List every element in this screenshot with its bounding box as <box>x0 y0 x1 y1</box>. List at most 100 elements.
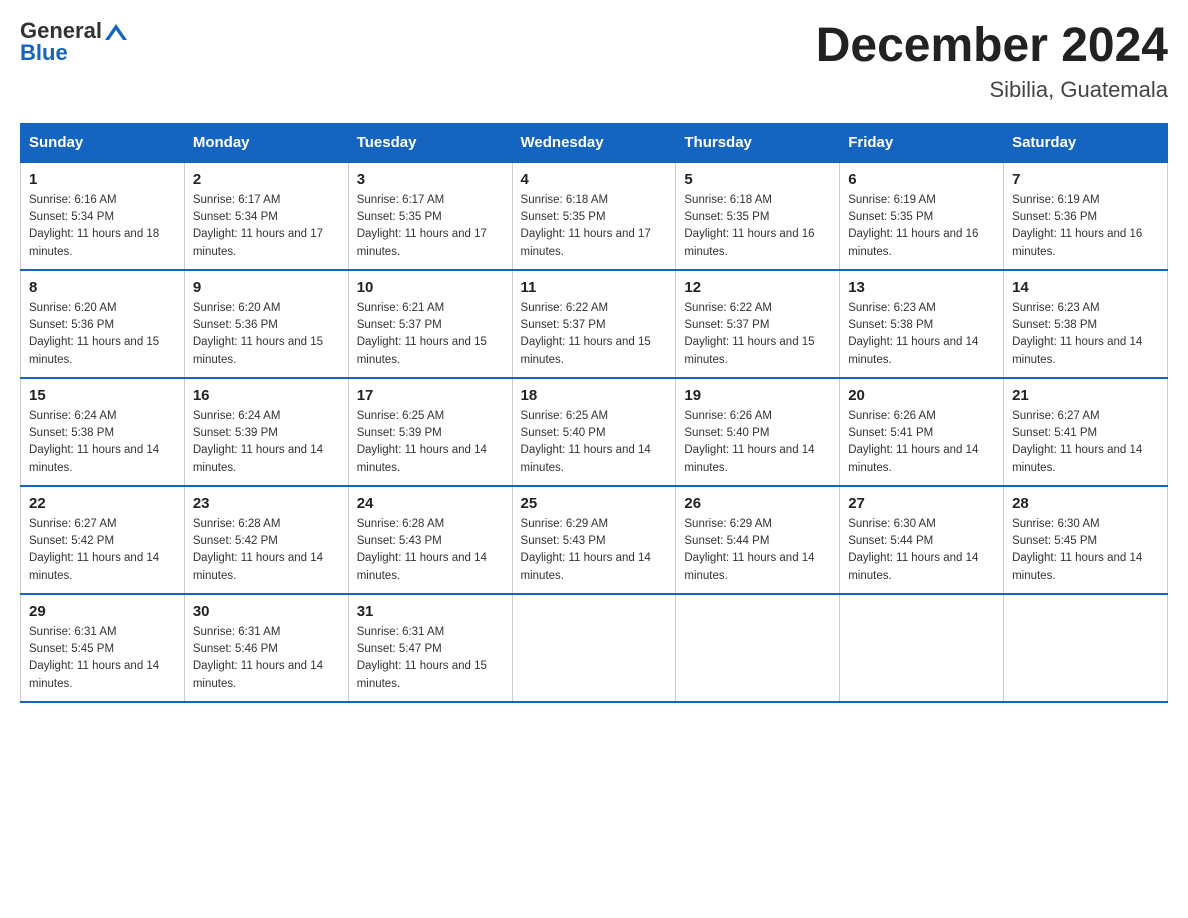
title-section: December 2024 Sibilia, Guatemala <box>816 20 1168 103</box>
calendar-cell: 13 Sunrise: 6:23 AM Sunset: 5:38 PM Dayl… <box>840 270 1004 378</box>
day-info: Sunrise: 6:29 AM Sunset: 5:43 PM Dayligh… <box>521 516 668 585</box>
day-info: Sunrise: 6:31 AM Sunset: 5:45 PM Dayligh… <box>29 624 176 693</box>
calendar-cell: 21 Sunrise: 6:27 AM Sunset: 5:41 PM Dayl… <box>1004 378 1168 486</box>
day-info: Sunrise: 6:22 AM Sunset: 5:37 PM Dayligh… <box>684 300 831 369</box>
calendar-cell: 16 Sunrise: 6:24 AM Sunset: 5:39 PM Dayl… <box>184 378 348 486</box>
calendar-cell <box>1004 594 1168 702</box>
day-number: 4 <box>521 171 668 188</box>
day-info: Sunrise: 6:18 AM Sunset: 5:35 PM Dayligh… <box>521 192 668 261</box>
calendar-header-thursday: Thursday <box>676 123 840 162</box>
day-number: 17 <box>357 387 504 404</box>
day-info: Sunrise: 6:20 AM Sunset: 5:36 PM Dayligh… <box>29 300 176 369</box>
calendar-header-friday: Friday <box>840 123 1004 162</box>
day-number: 6 <box>848 171 995 188</box>
day-number: 7 <box>1012 171 1159 188</box>
calendar-table: SundayMondayTuesdayWednesdayThursdayFrid… <box>20 123 1168 703</box>
calendar-cell: 17 Sunrise: 6:25 AM Sunset: 5:39 PM Dayl… <box>348 378 512 486</box>
day-info: Sunrise: 6:16 AM Sunset: 5:34 PM Dayligh… <box>29 192 176 261</box>
page-header: General Blue December 2024 Sibilia, Guat… <box>20 20 1168 103</box>
calendar-header-sunday: Sunday <box>21 123 185 162</box>
day-info: Sunrise: 6:23 AM Sunset: 5:38 PM Dayligh… <box>848 300 995 369</box>
calendar-cell: 20 Sunrise: 6:26 AM Sunset: 5:41 PM Dayl… <box>840 378 1004 486</box>
calendar-cell <box>840 594 1004 702</box>
day-number: 3 <box>357 171 504 188</box>
calendar-cell: 6 Sunrise: 6:19 AM Sunset: 5:35 PM Dayli… <box>840 162 1004 270</box>
day-number: 25 <box>521 495 668 512</box>
logo-general-text: General <box>20 20 102 42</box>
day-number: 1 <box>29 171 176 188</box>
logo-blue-text: Blue <box>20 40 68 65</box>
day-number: 28 <box>1012 495 1159 512</box>
day-info: Sunrise: 6:31 AM Sunset: 5:46 PM Dayligh… <box>193 624 340 693</box>
calendar-week-row: 8 Sunrise: 6:20 AM Sunset: 5:36 PM Dayli… <box>21 270 1168 378</box>
day-info: Sunrise: 6:27 AM Sunset: 5:41 PM Dayligh… <box>1012 408 1159 477</box>
logo-triangle-icon <box>105 22 127 42</box>
calendar-header-tuesday: Tuesday <box>348 123 512 162</box>
day-number: 14 <box>1012 279 1159 296</box>
day-info: Sunrise: 6:19 AM Sunset: 5:36 PM Dayligh… <box>1012 192 1159 261</box>
calendar-week-row: 22 Sunrise: 6:27 AM Sunset: 5:42 PM Dayl… <box>21 486 1168 594</box>
calendar-cell: 8 Sunrise: 6:20 AM Sunset: 5:36 PM Dayli… <box>21 270 185 378</box>
day-number: 19 <box>684 387 831 404</box>
day-number: 31 <box>357 603 504 620</box>
day-info: Sunrise: 6:28 AM Sunset: 5:42 PM Dayligh… <box>193 516 340 585</box>
day-info: Sunrise: 6:25 AM Sunset: 5:40 PM Dayligh… <box>521 408 668 477</box>
calendar-cell: 11 Sunrise: 6:22 AM Sunset: 5:37 PM Dayl… <box>512 270 676 378</box>
day-info: Sunrise: 6:20 AM Sunset: 5:36 PM Dayligh… <box>193 300 340 369</box>
calendar-cell: 19 Sunrise: 6:26 AM Sunset: 5:40 PM Dayl… <box>676 378 840 486</box>
day-info: Sunrise: 6:26 AM Sunset: 5:41 PM Dayligh… <box>848 408 995 477</box>
day-info: Sunrise: 6:24 AM Sunset: 5:39 PM Dayligh… <box>193 408 340 477</box>
calendar-cell <box>512 594 676 702</box>
day-info: Sunrise: 6:30 AM Sunset: 5:44 PM Dayligh… <box>848 516 995 585</box>
day-number: 18 <box>521 387 668 404</box>
logo: General Blue <box>20 20 127 64</box>
calendar-cell: 28 Sunrise: 6:30 AM Sunset: 5:45 PM Dayl… <box>1004 486 1168 594</box>
day-info: Sunrise: 6:17 AM Sunset: 5:34 PM Dayligh… <box>193 192 340 261</box>
location-title: Sibilia, Guatemala <box>816 77 1168 103</box>
day-number: 8 <box>29 279 176 296</box>
calendar-cell: 15 Sunrise: 6:24 AM Sunset: 5:38 PM Dayl… <box>21 378 185 486</box>
day-number: 20 <box>848 387 995 404</box>
day-number: 23 <box>193 495 340 512</box>
day-number: 24 <box>357 495 504 512</box>
calendar-cell: 23 Sunrise: 6:28 AM Sunset: 5:42 PM Dayl… <box>184 486 348 594</box>
day-number: 13 <box>848 279 995 296</box>
day-number: 12 <box>684 279 831 296</box>
day-number: 22 <box>29 495 176 512</box>
day-info: Sunrise: 6:23 AM Sunset: 5:38 PM Dayligh… <box>1012 300 1159 369</box>
calendar-week-row: 1 Sunrise: 6:16 AM Sunset: 5:34 PM Dayli… <box>21 162 1168 270</box>
calendar-cell: 9 Sunrise: 6:20 AM Sunset: 5:36 PM Dayli… <box>184 270 348 378</box>
day-number: 30 <box>193 603 340 620</box>
day-number: 27 <box>848 495 995 512</box>
day-info: Sunrise: 6:28 AM Sunset: 5:43 PM Dayligh… <box>357 516 504 585</box>
calendar-cell: 3 Sunrise: 6:17 AM Sunset: 5:35 PM Dayli… <box>348 162 512 270</box>
calendar-cell: 24 Sunrise: 6:28 AM Sunset: 5:43 PM Dayl… <box>348 486 512 594</box>
day-number: 16 <box>193 387 340 404</box>
calendar-cell: 2 Sunrise: 6:17 AM Sunset: 5:34 PM Dayli… <box>184 162 348 270</box>
day-number: 15 <box>29 387 176 404</box>
day-info: Sunrise: 6:24 AM Sunset: 5:38 PM Dayligh… <box>29 408 176 477</box>
day-number: 26 <box>684 495 831 512</box>
day-number: 2 <box>193 171 340 188</box>
calendar-week-row: 15 Sunrise: 6:24 AM Sunset: 5:38 PM Dayl… <box>21 378 1168 486</box>
calendar-cell: 26 Sunrise: 6:29 AM Sunset: 5:44 PM Dayl… <box>676 486 840 594</box>
day-info: Sunrise: 6:22 AM Sunset: 5:37 PM Dayligh… <box>521 300 668 369</box>
calendar-cell: 12 Sunrise: 6:22 AM Sunset: 5:37 PM Dayl… <box>676 270 840 378</box>
calendar-cell: 25 Sunrise: 6:29 AM Sunset: 5:43 PM Dayl… <box>512 486 676 594</box>
calendar-week-row: 29 Sunrise: 6:31 AM Sunset: 5:45 PM Dayl… <box>21 594 1168 702</box>
day-number: 5 <box>684 171 831 188</box>
calendar-cell: 10 Sunrise: 6:21 AM Sunset: 5:37 PM Dayl… <box>348 270 512 378</box>
day-info: Sunrise: 6:30 AM Sunset: 5:45 PM Dayligh… <box>1012 516 1159 585</box>
calendar-cell: 4 Sunrise: 6:18 AM Sunset: 5:35 PM Dayli… <box>512 162 676 270</box>
day-number: 21 <box>1012 387 1159 404</box>
calendar-cell: 18 Sunrise: 6:25 AM Sunset: 5:40 PM Dayl… <box>512 378 676 486</box>
day-info: Sunrise: 6:21 AM Sunset: 5:37 PM Dayligh… <box>357 300 504 369</box>
calendar-header-saturday: Saturday <box>1004 123 1168 162</box>
calendar-cell: 22 Sunrise: 6:27 AM Sunset: 5:42 PM Dayl… <box>21 486 185 594</box>
calendar-header-row: SundayMondayTuesdayWednesdayThursdayFrid… <box>21 123 1168 162</box>
day-number: 29 <box>29 603 176 620</box>
day-info: Sunrise: 6:25 AM Sunset: 5:39 PM Dayligh… <box>357 408 504 477</box>
calendar-cell: 27 Sunrise: 6:30 AM Sunset: 5:44 PM Dayl… <box>840 486 1004 594</box>
day-number: 11 <box>521 279 668 296</box>
day-info: Sunrise: 6:27 AM Sunset: 5:42 PM Dayligh… <box>29 516 176 585</box>
